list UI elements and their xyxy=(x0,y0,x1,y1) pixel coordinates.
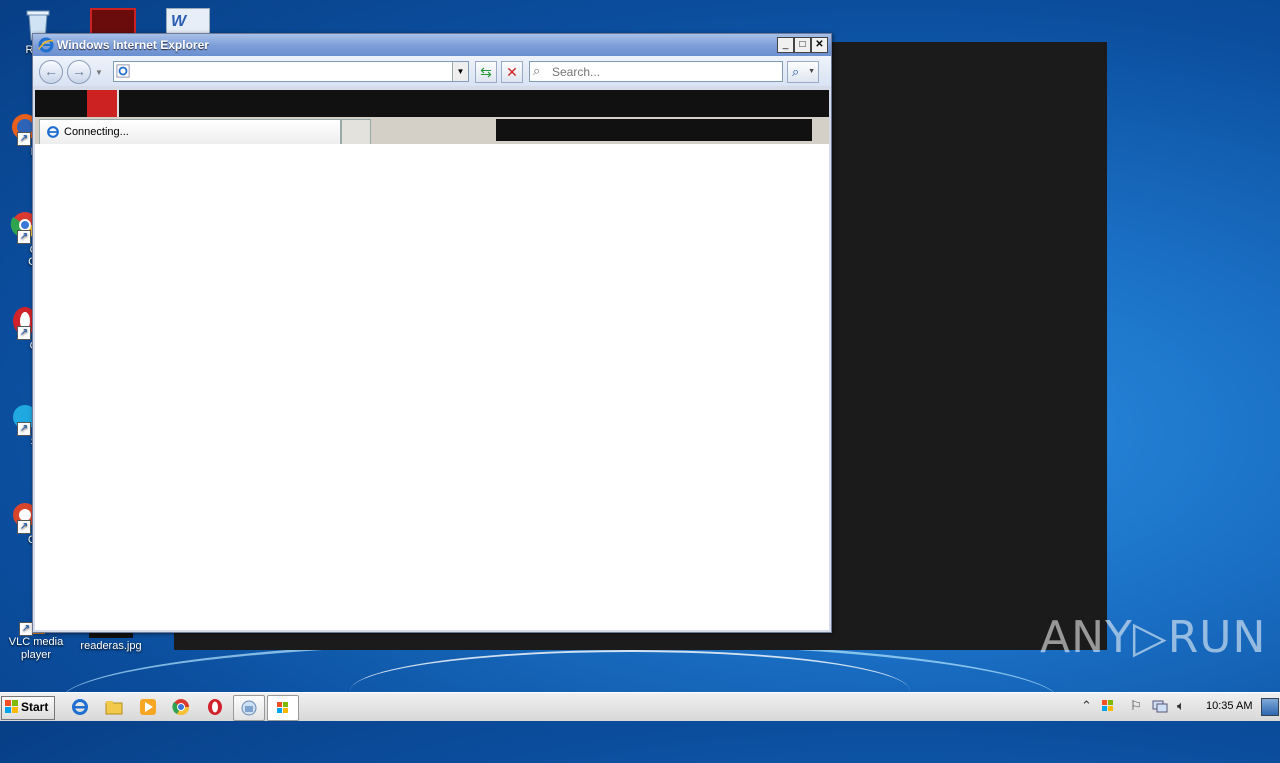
ie-tab-icon xyxy=(47,126,59,138)
desktop-icon-label: readeras.jpg xyxy=(80,640,142,652)
taskbar: Start ⌃ ⚐ 🔈︎ 10:35 AM xyxy=(0,692,1280,721)
shortcut-arrow-icon: ↗ xyxy=(17,132,31,146)
page-icon xyxy=(116,64,130,78)
refresh-icon: ⇆ xyxy=(480,64,492,80)
network-app-icon xyxy=(241,700,257,716)
close-button[interactable]: ✕ xyxy=(811,37,828,53)
shortcut-arrow-icon: ↗ xyxy=(17,230,31,244)
navigation-bar: ← → ▼ ▼ ⇆ ✕ ⌕ ⌕ ▼ xyxy=(33,56,831,86)
search-icon: ⌕ xyxy=(533,63,541,78)
stop-icon: ✕ xyxy=(506,64,518,80)
start-button[interactable]: Start xyxy=(1,696,55,720)
shortcut-arrow-icon: ↗ xyxy=(19,622,33,636)
minimize-button[interactable]: _ xyxy=(777,37,794,53)
refresh-button[interactable]: ⇆ xyxy=(475,61,497,83)
forward-button[interactable]: → xyxy=(67,60,91,84)
address-bar[interactable]: ▼ xyxy=(113,61,469,82)
media-player-taskbar-icon[interactable] xyxy=(138,697,158,717)
network-icon[interactable] xyxy=(1152,698,1168,714)
stop-button[interactable]: ✕ xyxy=(501,61,523,83)
shortcut-arrow-icon: ↗ xyxy=(17,326,31,340)
address-dropdown-button[interactable]: ▼ xyxy=(452,62,468,81)
volume-icon[interactable]: 🔈︎ xyxy=(1177,698,1185,714)
tab-bar: Connecting... xyxy=(35,117,829,145)
obscured-toolbar-region xyxy=(496,119,812,141)
show-hidden-icons-button[interactable]: ⌃ xyxy=(1081,698,1092,714)
desktop-icon-label: VLC media player xyxy=(8,636,64,661)
internet-explorer-taskbar-icon[interactable] xyxy=(70,697,90,717)
recent-pages-dropdown-icon[interactable]: ▼ xyxy=(95,68,103,77)
action-center-windows-icon[interactable] xyxy=(1100,698,1116,714)
search-input[interactable] xyxy=(550,63,779,81)
opera-taskbar-icon[interactable] xyxy=(205,697,225,717)
internet-explorer-window[interactable]: Windows Internet Explorer _ □ ✕ ← → ▼ ▼ … xyxy=(32,33,832,633)
maximize-button[interactable]: □ xyxy=(794,37,811,53)
title-bar[interactable]: Windows Internet Explorer _ □ ✕ xyxy=(33,34,831,56)
search-box[interactable]: ⌕ xyxy=(529,61,783,82)
favorites-icon[interactable] xyxy=(87,90,117,117)
file-explorer-taskbar-icon[interactable] xyxy=(104,697,124,717)
toolbar-divider xyxy=(117,90,119,117)
tab-connecting[interactable]: Connecting... xyxy=(39,119,341,144)
window-title: Windows Internet Explorer xyxy=(57,38,209,52)
search-options-dropdown-icon[interactable]: ▼ xyxy=(808,68,815,75)
shortcut-arrow-icon: ↗ xyxy=(17,520,31,534)
page-content[interactable] xyxy=(35,144,829,630)
taskbar-app-button[interactable] xyxy=(233,695,265,721)
windows-flag-icon xyxy=(5,700,18,713)
show-desktop-button[interactable] xyxy=(1261,698,1279,716)
forward-arrow-icon: → xyxy=(72,63,86,79)
tab-label: Connecting... xyxy=(64,126,129,138)
system-clock[interactable]: 10:35 AM xyxy=(1206,700,1252,712)
windows-update-icon xyxy=(277,702,288,713)
new-tab-button[interactable] xyxy=(341,119,371,145)
start-label: Start xyxy=(21,700,49,714)
magnifier-icon: ⌕ xyxy=(792,64,800,79)
search-button[interactable]: ⌕ ▼ xyxy=(787,61,819,83)
taskbar-ie-window-button[interactable] xyxy=(267,695,299,721)
back-arrow-icon: ← xyxy=(44,63,58,79)
chrome-taskbar-icon[interactable] xyxy=(171,697,191,717)
flag-notification-icon[interactable]: ⚐ xyxy=(1130,698,1142,714)
back-button[interactable]: ← xyxy=(39,60,63,84)
word-w-glyph: W xyxy=(171,13,187,30)
command-bar xyxy=(35,90,829,117)
shortcut-arrow-icon: ↗ xyxy=(17,422,31,436)
anyrun-watermark: ANY▷RUN xyxy=(1040,612,1267,663)
address-input[interactable] xyxy=(134,63,448,81)
ie-logo-icon xyxy=(38,37,54,53)
